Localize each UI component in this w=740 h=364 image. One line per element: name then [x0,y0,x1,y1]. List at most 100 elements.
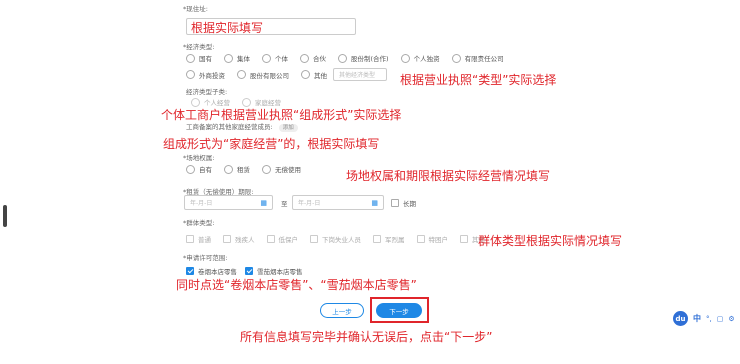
radio-icon [451,53,461,63]
checkbox-icon [310,235,318,243]
economic-type-label: *经济类型: [183,43,215,51]
economic-type-option[interactable]: 个体 [262,53,288,63]
input-method-widget[interactable]: du 中 °, ▢ ⚙ [673,311,737,326]
radio-icon [186,164,195,174]
economic-type-option[interactable]: 合伙 [300,53,326,63]
option-label: 自有 [199,166,212,174]
economic-type-option[interactable]: 国有 [186,53,212,63]
group-type-label: *群体类型: [183,219,215,227]
group-type-option[interactable]: 特困户 [416,234,449,244]
economic-type-row2: 外商投资 股份有限公司 其他 其他经济类型 [186,68,387,81]
lease-start-date-input[interactable]: 年-月-日 ▦ [184,195,273,210]
option-label: 其他 [314,71,327,80]
annotation-group-type: 群体类型根据实际情况填写 [478,234,623,248]
baidu-logo-icon[interactable]: du [673,311,688,326]
annotation-site-ownership: 场地权属和期限根据实际经营情况填写 [346,169,551,183]
add-member-tag[interactable]: 添加 [278,124,298,132]
radio-icon [186,53,195,63]
lease-end-date-input[interactable]: 年-月-日 ▦ [292,195,384,210]
radio-icon [262,53,271,63]
next-button-label: 下一步 [389,307,409,316]
option-label: 军烈属 [385,236,405,244]
option-label: 租赁 [237,166,250,174]
radio-icon [186,70,195,79]
checkbox-icon [373,235,381,243]
site-ownership-option[interactable]: 租赁 [224,164,250,174]
group-type-option[interactable]: 普通 [186,234,211,244]
option-label: 雪茄烟本店零售 [257,268,303,276]
option-label: 外商投资 [199,71,225,80]
site-ownership-option[interactable]: 无偿使用 [262,164,301,174]
business-form-label: 工商备案的其他家庭经营成员: 添加 [186,121,298,132]
economic-type-option[interactable]: 外商投资 [186,70,225,80]
scroll-indicator[interactable] [3,205,7,227]
checkbox-icon [460,235,468,243]
permit-scope-row: 卷烟本店零售 雪茄烟本店零售 [186,266,315,276]
site-ownership-row: 自有 租赁 无偿使用 [186,164,313,174]
group-type-row: 普通 残疾人 低保户 下岗失业人员 军烈属 特困户 其他 [186,234,497,244]
group-type-option[interactable]: 军烈属 [373,234,405,244]
option-label: 下岗失业人员 [322,236,361,244]
annotation-address: 根据实际填写 [191,21,264,35]
option-label: 股份有限公司 [250,71,289,80]
next-button[interactable]: 下一步 [376,303,422,318]
permit-scope-label: *申请许可范围: [183,254,228,262]
checkbox-icon [266,235,275,243]
site-ownership-option[interactable]: 自有 [186,164,212,174]
long-term-checkbox-wrap[interactable]: 长期 [391,198,416,208]
annotation-business-form: 组成形式为“家庭经营”的，根据实际填写 [163,137,380,151]
other-economic-type-input[interactable]: 其他经济类型 [333,68,387,81]
business-form-label-text: 工商备案的其他家庭经营成员: [186,123,273,131]
economic-type-option[interactable]: 其他 [301,70,327,80]
economic-type-option[interactable]: 股份制(合作) [338,53,389,63]
option-label: 低保户 [278,236,299,244]
annotation-next-step: 所有信息填写完毕并确认无误后，点击“下一步” [240,330,493,344]
lease-end-placeholder: 年-月-日 [298,200,321,207]
address-label: *现住址: [183,3,208,13]
calendar-icon: ▦ [260,198,267,207]
economic-type-option[interactable]: 股份有限公司 [237,70,289,80]
radio-icon [301,70,310,79]
prev-button[interactable]: 上一步 [320,303,364,318]
checkbox-checked-icon [245,267,253,275]
other-economic-type-placeholder: 其他经济类型 [339,72,376,79]
group-type-option[interactable]: 低保户 [266,234,299,244]
radio-icon [400,53,410,63]
checkbox-icon [391,199,399,207]
economic-type-option[interactable]: 个人独资 [400,53,440,63]
radio-icon [237,70,246,79]
option-label: 长期 [403,200,416,208]
radio-icon [224,164,233,174]
group-type-option[interactable]: 残疾人 [223,234,255,244]
checkbox-icon [416,235,425,243]
economic-type-option[interactable]: 有限责任公司 [451,53,504,63]
radio-icon [300,53,309,63]
radio-icon [224,53,233,63]
option-label: 国有 [199,55,212,63]
option-label: 普通 [198,236,211,244]
long-term-option[interactable]: 长期 [391,198,428,208]
permit-scope-option[interactable]: 雪茄烟本店零售 [245,266,303,276]
permit-scope-option[interactable]: 卷烟本店零售 [186,266,237,276]
option-label: 残疾人 [235,236,255,244]
option-label: 有限责任公司 [464,55,504,63]
language-toggle[interactable]: 中 [693,313,701,324]
punctuation-toggle[interactable]: °, [706,315,712,323]
group-type-option[interactable]: 下岗失业人员 [310,234,361,244]
annotation-permit-scope: 同时点选“卷烟本店零售”、“雪茄烟本店零售” [176,278,417,292]
lease-to-label: 至 [281,200,288,208]
address-label-text: *现住址: [183,5,208,13]
keyboard-icon[interactable]: ▢ [717,315,724,323]
economic-type-option[interactable]: 集体 [224,53,250,63]
economic-subtype-label: 经济类型子类: [186,88,228,96]
option-label: 股份制(合作) [351,55,389,63]
option-label: 特困户 [428,236,449,244]
radio-icon [262,164,271,174]
calendar-icon: ▦ [371,198,378,207]
option-label: 合伙 [313,55,326,63]
settings-icon[interactable]: ⚙ [728,315,734,323]
option-label: 无偿使用 [275,166,301,174]
lease-start-placeholder: 年-月-日 [190,200,213,207]
checkbox-checked-icon [186,267,194,275]
economic-type-row1: 国有 集体 个体 合伙 股份制(合作) 个人独资 有限责任公司 [186,53,516,63]
